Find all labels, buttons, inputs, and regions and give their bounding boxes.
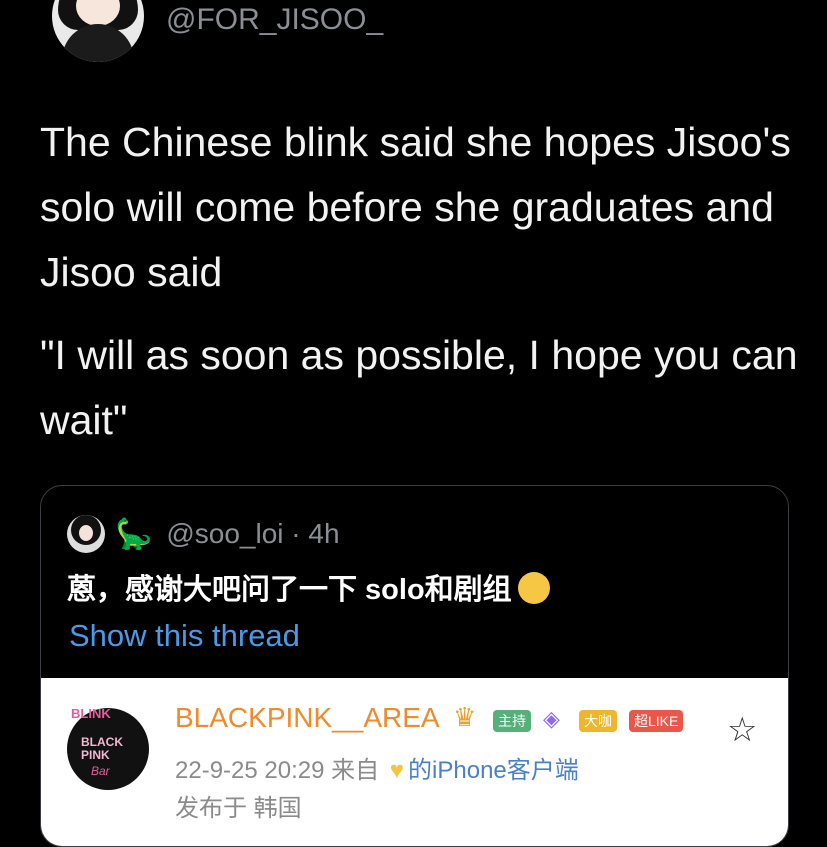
quoted-time: 4h bbox=[308, 518, 340, 549]
level-gem-icon: ◈ bbox=[543, 706, 560, 731]
post-date: 22-9-25 20:29 bbox=[175, 757, 325, 784]
super-like-badge: 超LIKE bbox=[629, 710, 684, 732]
avatar-body bbox=[62, 24, 134, 62]
quoted-tweet[interactable]: 🦕 @soo_loi · 4h 蒽，感谢大吧问了一下 solo和剧组 Show … bbox=[40, 485, 789, 847]
quoted-handle: @soo_loi bbox=[166, 518, 284, 549]
vip-badge: 大咖 bbox=[579, 710, 617, 732]
tweet-text: The Chinese blink said she hopes Jisoo's… bbox=[40, 110, 800, 453]
logo-text-bar: Bar bbox=[91, 764, 110, 778]
quoted-header: 🦕 @soo_loi · 4h bbox=[67, 514, 340, 554]
user-avatar[interactable] bbox=[52, 0, 144, 62]
weibo-screenshot: BLINK BLACK PINK Bar BLACKPINK__AREA ♛ 主… bbox=[41, 678, 788, 846]
logo-text-blackpink: BLACK PINK bbox=[81, 735, 123, 762]
device-source: 的iPhone客户端 bbox=[408, 757, 579, 784]
quoted-handle-time[interactable]: @soo_loi · 4h bbox=[166, 518, 339, 550]
user-handle[interactable]: @FOR_JISOO_ bbox=[166, 0, 383, 40]
weibo-meta: 22-9-25 20:29 来自 ♥ 的iPhone客户端 bbox=[175, 750, 579, 785]
quoted-text: 蒽，感谢大吧问了一下 solo和剧组 bbox=[67, 566, 550, 608]
quoted-text-content: 蒽，感谢大吧问了一下 solo和剧组 bbox=[67, 574, 512, 606]
show-thread-link[interactable]: Show this thread bbox=[69, 618, 300, 654]
logo-text-blink: BLINK bbox=[71, 706, 111, 721]
from-label: 来自 bbox=[331, 757, 380, 784]
quoted-avatar[interactable] bbox=[67, 515, 105, 553]
tweet-text-line-1: The Chinese blink said she hopes Jisoo's… bbox=[40, 119, 791, 295]
quoted-avatar-face bbox=[79, 525, 93, 541]
grinning-face-icon bbox=[517, 572, 550, 605]
star-icon: ☆ bbox=[727, 711, 758, 749]
weibo-username: BLACKPINK__AREA bbox=[175, 702, 440, 733]
post-location: 发布于 韩国 bbox=[175, 795, 302, 822]
host-badge: 主持 bbox=[493, 710, 531, 732]
dinosaur-emoji-icon: 🦕 bbox=[115, 517, 153, 551]
separator-dot: · bbox=[291, 518, 301, 549]
tweet-text-line-2: "I will as soon as possible, I hope you … bbox=[40, 332, 798, 443]
heart-icon: ♥ bbox=[389, 757, 405, 784]
blink-bar-logo: BLINK BLACK PINK Bar bbox=[67, 706, 149, 790]
crown-icon: ♛ bbox=[453, 702, 477, 732]
